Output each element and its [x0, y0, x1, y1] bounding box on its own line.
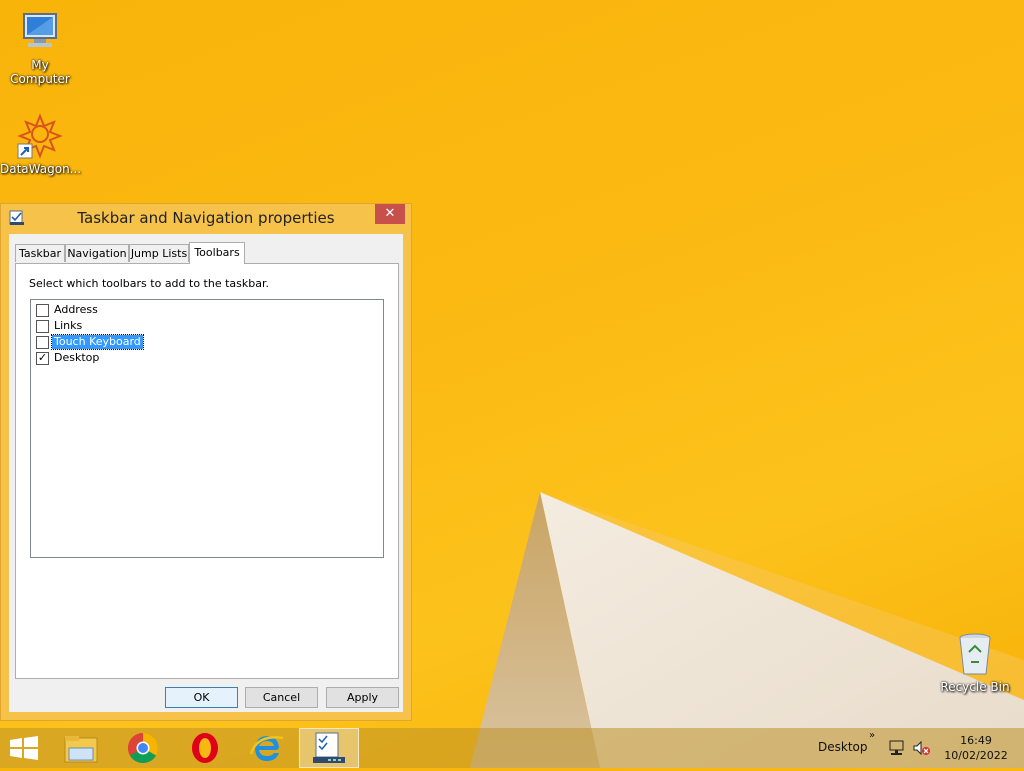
close-button[interactable]: ✕: [375, 204, 405, 224]
taskbar-taskbar-properties[interactable]: [299, 728, 359, 768]
checkbox-desktop[interactable]: ✓: [36, 352, 49, 365]
internet-explorer-icon: [249, 736, 284, 761]
desktop-icon-recycle-bin[interactable]: Recycle Bin: [935, 630, 1015, 694]
tab-jump-lists[interactable]: Jump Lists: [129, 244, 189, 262]
checkbox-touch-keyboard[interactable]: [36, 336, 49, 349]
dialog-client: Taskbar Navigation Jump Lists Toolbars S…: [9, 234, 403, 712]
chevron-icon[interactable]: »: [869, 730, 875, 741]
chrome-icon: [127, 733, 159, 764]
clock[interactable]: 16:49 10/02/2022: [940, 733, 1012, 763]
clock-time: 16:49: [960, 734, 992, 747]
instruction-text: Select which toolbars to add to the task…: [29, 277, 269, 290]
desktop-toolbar-label[interactable]: Desktop: [818, 740, 868, 754]
list-item-label: Desktop: [54, 351, 100, 364]
clock-date: 10/02/2022: [944, 749, 1008, 762]
desktop-icon-datawagon[interactable]: DataWagon...: [0, 112, 82, 176]
volume-muted-icon[interactable]: [912, 740, 930, 756]
taskbar-properties-dialog: Taskbar and Navigation properties ✕ Task…: [0, 203, 412, 721]
tab-toolbars[interactable]: Toolbars: [189, 242, 245, 264]
list-item-label: Links: [54, 319, 83, 332]
taskbar-file-explorer[interactable]: [51, 728, 111, 768]
tab-taskbar[interactable]: Taskbar: [15, 244, 65, 262]
recycle-bin-icon: [951, 630, 999, 678]
dialog-titlebar[interactable]: Taskbar and Navigation properties ✕: [1, 204, 411, 232]
opera-icon: [192, 733, 218, 763]
list-item-label: Address: [54, 303, 98, 316]
taskbar-opera[interactable]: [175, 728, 235, 768]
toolbars-panel: Select which toolbars to add to the task…: [15, 263, 399, 679]
list-item-label: Touch Keyboard: [51, 334, 144, 350]
desktop-icon-my-computer[interactable]: My Computer: [0, 8, 80, 86]
checkbox-address[interactable]: [36, 304, 49, 317]
taskbar-chrome[interactable]: [113, 728, 173, 768]
checkbox-links[interactable]: [36, 320, 49, 333]
file-explorer-icon: [64, 736, 98, 763]
tab-navigation[interactable]: Navigation: [65, 244, 129, 262]
desktop-icon-label: My Computer: [10, 58, 70, 86]
ok-button[interactable]: OK: [165, 687, 238, 708]
desktop-icon-label: Recycle Bin: [940, 680, 1010, 694]
toolbars-list[interactable]: Address Links Touch Keyboard ✓ Desktop: [30, 299, 384, 558]
apply-button[interactable]: Apply: [326, 687, 399, 708]
windows-start-icon: [10, 736, 38, 760]
dialog-title: Taskbar and Navigation properties: [77, 209, 335, 227]
cancel-button[interactable]: Cancel: [245, 687, 318, 708]
taskbar-internet-explorer[interactable]: [237, 728, 297, 768]
desktop-icon-label: DataWagon...: [0, 162, 82, 176]
start-button[interactable]: [0, 728, 48, 768]
taskbar-properties-icon: [313, 732, 345, 763]
taskbar: Desktop » 16:49 10/02/2022: [0, 728, 1024, 768]
computer-icon: [16, 8, 64, 56]
network-icon[interactable]: [888, 740, 906, 756]
datawagon-icon: [16, 112, 64, 160]
